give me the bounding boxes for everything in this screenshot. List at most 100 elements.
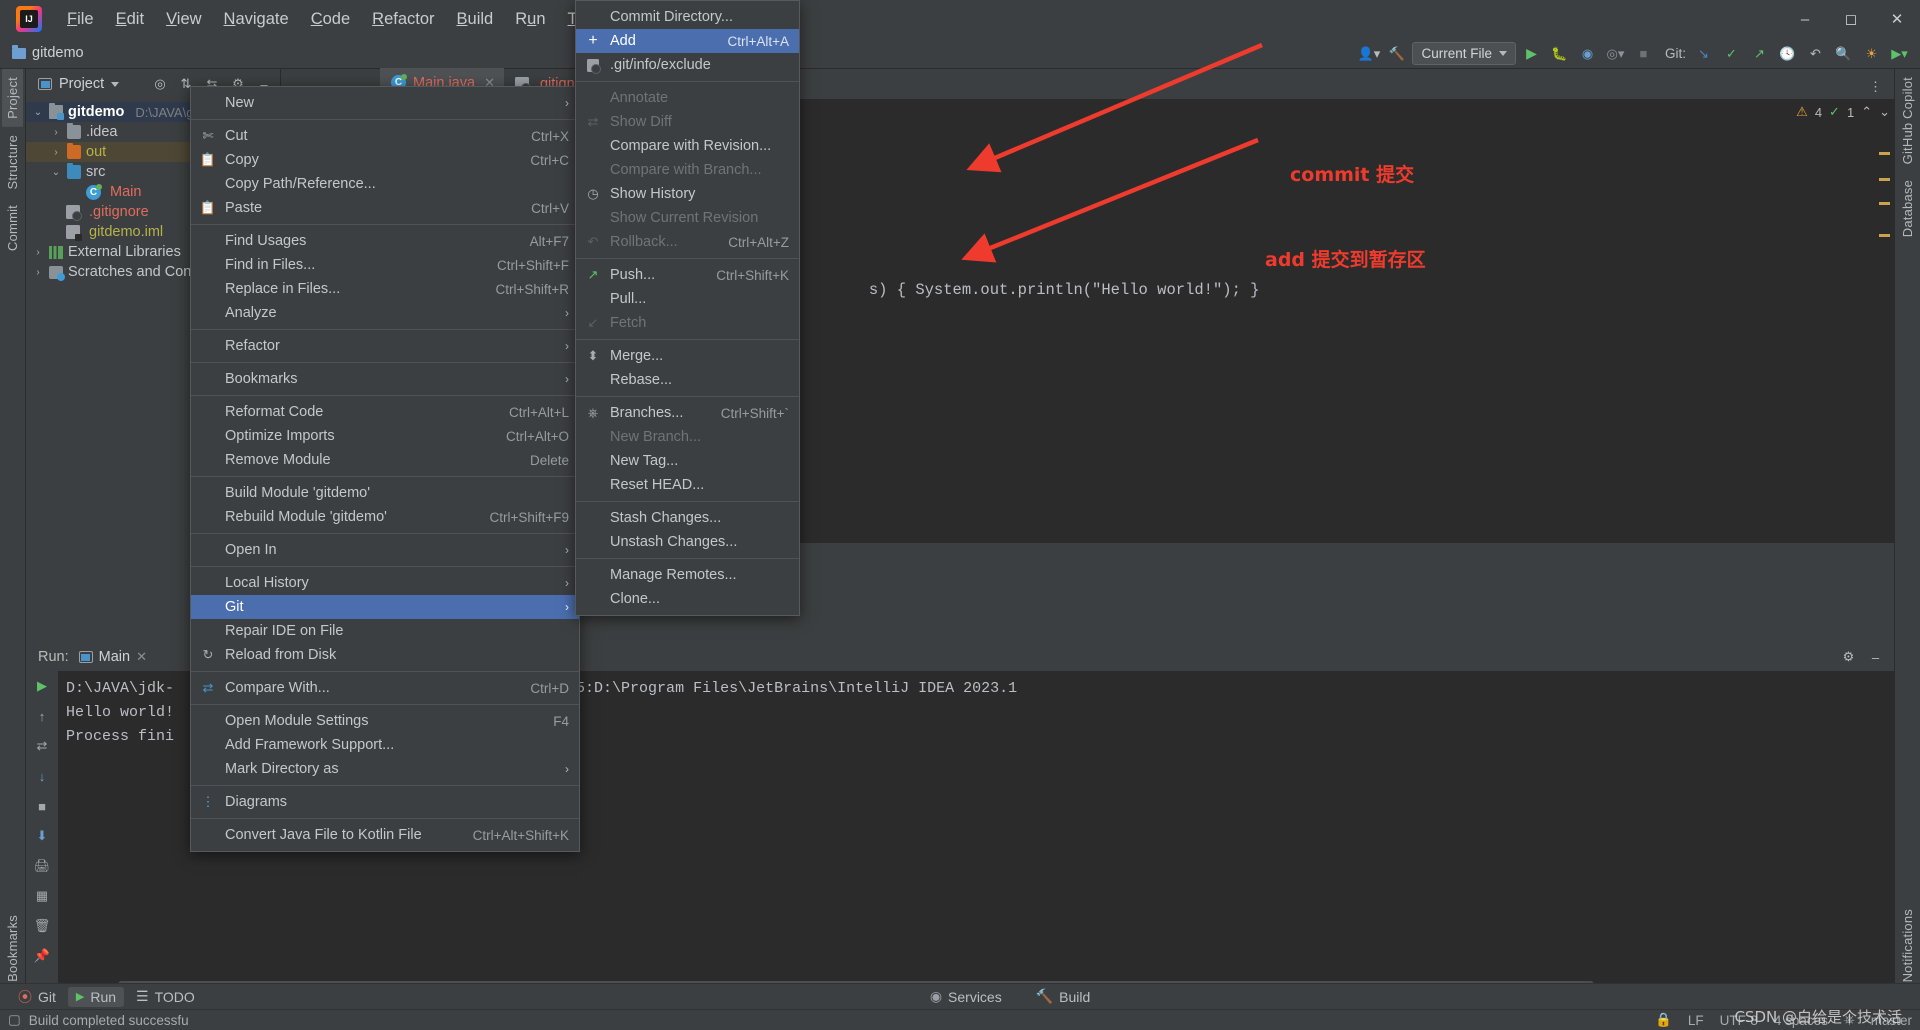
run-with-coverage-icon[interactable]: ◉ <box>1575 41 1600 66</box>
context-menu-item-open-in[interactable]: Open In › <box>191 538 579 562</box>
menu-code[interactable]: Code <box>300 7 361 32</box>
plugin-update-icon[interactable]: ☀ <box>1859 41 1884 66</box>
context-menu-item-refactor[interactable]: Refactor › <box>191 334 579 358</box>
context-menu-item-optimize-imports[interactable]: Optimize Imports Ctrl+Alt+O <box>191 424 579 448</box>
context-menu-item-copy-path-reference[interactable]: Copy Path/Reference... <box>191 172 579 196</box>
submenu-item-pull[interactable]: Pull... <box>576 287 799 311</box>
submenu-item-compare-with-revision[interactable]: Compare with Revision... <box>576 134 799 158</box>
menu-edit[interactable]: Edit <box>105 7 155 32</box>
context-menu-item-add-framework-support[interactable]: Add Framework Support... <box>191 733 579 757</box>
line-separator[interactable]: LF <box>1688 1013 1704 1028</box>
more-vertical-icon[interactable]: ⋮ <box>1863 74 1888 99</box>
submenu-item-stash-changes[interactable]: Stash Changes... <box>576 506 799 530</box>
chevron-right-icon[interactable]: › <box>32 267 44 278</box>
context-menu-item-bookmarks[interactable]: Bookmarks › <box>191 367 579 391</box>
context-menu-item-find-in-files[interactable]: Find in Files... Ctrl+Shift+F <box>191 253 579 277</box>
menu-view[interactable]: View <box>155 7 212 32</box>
bottom-tab-build[interactable]: 🔨 Build <box>1028 986 1099 1007</box>
submenu-item-push[interactable]: ↗ Push... Ctrl+Shift+K <box>576 263 799 287</box>
context-menu-item-find-usages[interactable]: Find Usages Alt+F7 <box>191 229 579 253</box>
file-context-menu[interactable]: New › ✄ Cut Ctrl+X 📋 Copy Ctrl+C Copy Pa… <box>190 86 580 852</box>
context-menu-item-reformat-code[interactable]: Reformat Code Ctrl+Alt+L <box>191 400 579 424</box>
submenu-item-add[interactable]: + Add Ctrl+Alt+A <box>576 29 799 53</box>
submenu-item-branches[interactable]: ⎈ Branches... Ctrl+Shift+` <box>576 401 799 425</box>
submenu-item-commit-directory[interactable]: Commit Directory... <box>576 5 799 29</box>
context-menu-item-mark-directory-as[interactable]: Mark Directory as › <box>191 757 579 781</box>
inspection-widget[interactable]: ⚠ 4 ✓ 1 ⌃ ⌄ <box>1796 104 1890 120</box>
download-icon[interactable]: ⬇ <box>33 827 51 845</box>
context-menu-item-git[interactable]: Git › <box>191 595 579 619</box>
context-menu-item-local-history[interactable]: Local History › <box>191 571 579 595</box>
close-button[interactable]: ✕ <box>1874 0 1920 38</box>
sidebar-item-notifications[interactable]: Notifications <box>1897 901 1918 990</box>
chevron-right-icon[interactable]: › <box>32 247 44 258</box>
context-menu-item-cut[interactable]: ✄ Cut Ctrl+X <box>191 124 579 148</box>
submenu-item-unstash-changes[interactable]: Unstash Changes... <box>576 530 799 554</box>
breadcrumb[interactable]: gitdemo <box>12 44 84 61</box>
menu-build[interactable]: Build <box>446 7 505 32</box>
minimize-button[interactable]: – <box>1782 0 1828 38</box>
stop-icon[interactable]: ■ <box>1631 41 1656 66</box>
maximize-button[interactable]: ◻ <box>1828 0 1874 38</box>
git-submenu[interactable]: Commit Directory... + Add Ctrl+Alt+A .gi… <box>575 0 800 616</box>
chevron-down-icon[interactable]: ⌄ <box>1879 104 1890 120</box>
error-stripe-marks[interactable] <box>1879 130 1890 510</box>
soft-wrap-icon[interactable]: ⇄ <box>33 737 51 755</box>
gear-icon[interactable]: ⚙ <box>1836 645 1861 670</box>
submenu-item-rebase[interactable]: Rebase... <box>576 368 799 392</box>
context-menu-item-diagrams[interactable]: ⋮ Diagrams <box>191 790 579 814</box>
context-menu-item-rebuild-module[interactable]: Rebuild Module 'gitdemo' Ctrl+Shift+F9 <box>191 505 579 529</box>
git-commit-icon[interactable]: ✓ <box>1719 41 1744 66</box>
chevron-down-icon[interactable]: ⌄ <box>32 107 44 118</box>
menu-refactor[interactable]: Refactor <box>361 7 445 32</box>
locate-icon[interactable]: ◎ <box>148 72 172 96</box>
lock-icon[interactable]: 🔒 <box>1655 1012 1672 1028</box>
trash-icon[interactable]: 🗑 <box>33 917 51 935</box>
debug-icon[interactable]: 🐛 <box>1547 41 1572 66</box>
context-menu-item-replace-in-files[interactable]: Replace in Files... Ctrl+Shift+R <box>191 277 579 301</box>
context-menu-item-paste[interactable]: 📋 Paste Ctrl+V <box>191 196 579 220</box>
submenu-item-merge[interactable]: ⬍ Merge... <box>576 344 799 368</box>
submenu-item-git-info-exclude[interactable]: .git/info/exclude <box>576 53 799 77</box>
hammer-build-icon[interactable]: 🔨 <box>1384 41 1409 66</box>
sidebar-item-commit[interactable]: Commit <box>2 197 23 259</box>
print-icon[interactable]: 🖨 <box>33 857 51 875</box>
context-menu-item-compare-with[interactable]: ⇄ Compare With... Ctrl+D <box>191 676 579 700</box>
context-menu-item-new[interactable]: New › <box>191 91 579 115</box>
git-push-icon[interactable]: ↗ <box>1747 41 1772 66</box>
context-menu-item-build-module[interactable]: Build Module 'gitdemo' <box>191 481 579 505</box>
context-menu-item-repair-ide-on-file[interactable]: Repair IDE on File <box>191 619 579 643</box>
menu-navigate[interactable]: Navigate <box>213 7 300 32</box>
scroll-up-icon[interactable]: ↑ <box>33 707 51 725</box>
run-widget-icon[interactable]: ▶▾ <box>1887 41 1912 66</box>
bottom-tab-services[interactable]: ◉ Services <box>922 986 1010 1007</box>
context-menu-item-copy[interactable]: 📋 Copy Ctrl+C <box>191 148 579 172</box>
bottom-tab-git[interactable]: ⦿ Git <box>10 985 64 1009</box>
run-configuration-selector[interactable]: Current File <box>1412 42 1516 65</box>
submenu-item-show-history[interactable]: ◷ Show History <box>576 182 799 206</box>
chevron-right-icon[interactable]: › <box>50 147 62 158</box>
rerun-icon[interactable]: ▶ <box>33 677 51 695</box>
context-menu-item-convert-java-to-kotlin[interactable]: Convert Java File to Kotlin File Ctrl+Al… <box>191 823 579 847</box>
chevron-up-icon[interactable]: ⌃ <box>1861 104 1872 120</box>
pin-icon[interactable]: 📌 <box>33 947 51 965</box>
context-menu-item-reload-from-disk[interactable]: ↻ Reload from Disk <box>191 643 579 667</box>
user-avatar-icon[interactable]: 👤▾ <box>1356 41 1381 66</box>
sidebar-item-database[interactable]: Database <box>1897 172 1918 245</box>
submenu-item-new-tag[interactable]: New Tag... <box>576 449 799 473</box>
context-menu-item-analyze[interactable]: Analyze › <box>191 301 579 325</box>
menu-run[interactable]: Run <box>504 7 556 32</box>
search-everywhere-icon[interactable]: 🔍 <box>1831 41 1856 66</box>
menu-file[interactable]: File <box>56 7 105 32</box>
chevron-right-icon[interactable]: › <box>50 127 62 138</box>
sidebar-item-bookmarks[interactable]: Bookmarks <box>2 907 23 990</box>
undo-icon[interactable]: ↶ <box>1803 41 1828 66</box>
chevron-down-icon[interactable]: ⌄ <box>50 167 62 178</box>
close-icon[interactable]: ✕ <box>136 649 147 665</box>
chevron-down-icon[interactable] <box>111 81 120 87</box>
sidebar-item-github-copilot[interactable]: GitHub Copilot <box>1897 69 1918 172</box>
bottom-tab-todo[interactable]: ☰ TODO <box>128 986 203 1007</box>
context-menu-item-remove-module[interactable]: Remove Module Delete <box>191 448 579 472</box>
sidebar-item-structure[interactable]: Structure <box>2 127 23 198</box>
sidebar-item-project[interactable]: Project <box>2 69 23 127</box>
